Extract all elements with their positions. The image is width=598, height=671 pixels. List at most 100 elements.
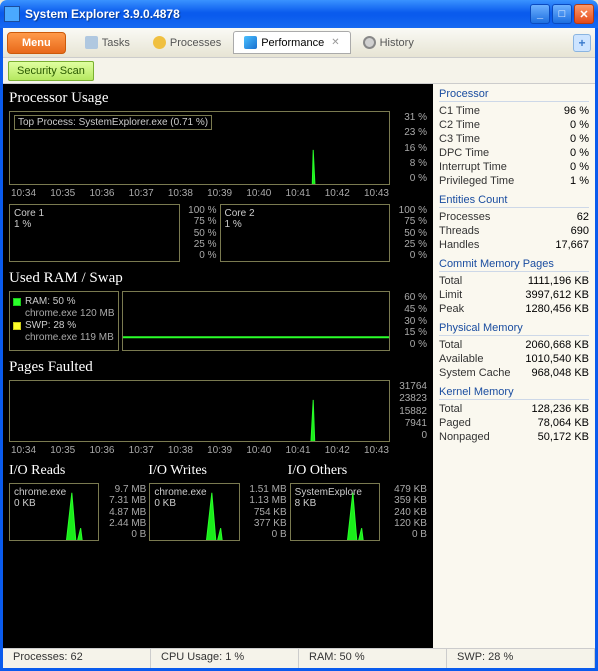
minimize-button[interactable]: _ xyxy=(530,4,550,24)
stats-value: 2060,668 KB xyxy=(525,339,589,351)
stats-row: Available 1010,540 KB xyxy=(439,352,589,366)
stats-key: C2 Time xyxy=(439,119,480,131)
stats-value: 17,667 xyxy=(555,239,589,251)
stats-key: Paged xyxy=(439,417,471,429)
status-cpu: CPU Usage: 1 % xyxy=(151,649,299,668)
status-ram: RAM: 50 % xyxy=(299,649,447,668)
tab-performance[interactable]: Performance✕ xyxy=(233,31,350,54)
stats-key: C1 Time xyxy=(439,105,480,117)
hist-icon xyxy=(363,36,376,49)
legend-swatch xyxy=(13,298,21,306)
stats-key: Interrupt Time xyxy=(439,161,507,173)
stats-group-header: Commit Memory Pages xyxy=(439,258,589,272)
status-bar: Processes: 62 CPU Usage: 1 % RAM: 50 % S… xyxy=(3,648,595,668)
tab-label: History xyxy=(380,37,414,49)
core-label: Core 11 % xyxy=(14,208,44,230)
stats-value: 0 % xyxy=(570,133,589,145)
pages-faulted-title: Pages Faulted xyxy=(9,359,427,376)
stats-row: Processes62 xyxy=(439,210,589,224)
menu-button[interactable]: Menu xyxy=(7,32,66,54)
stats-value: 0 % xyxy=(570,161,589,173)
io-reads-chart: chrome.exe0 KB xyxy=(9,483,99,541)
stats-value: 0 % xyxy=(570,147,589,159)
tab-label: Tasks xyxy=(102,37,130,49)
core-label: Core 21 % xyxy=(225,208,255,230)
stats-row: System Cache968,048 KB xyxy=(439,366,589,380)
stats-row: Interrupt Time 0 % xyxy=(439,160,589,174)
stats-row: Total 1111,196 KB xyxy=(439,274,589,288)
stats-key: Total xyxy=(439,403,462,415)
stats-row: Privileged Time1 % xyxy=(439,174,589,188)
main-content: Processor Usage Top Process: SystemExplo… xyxy=(3,84,595,648)
stats-row: Threads 690 xyxy=(439,224,589,238)
tab-processes[interactable]: Processes xyxy=(142,31,232,54)
stats-value: 1111,196 KB xyxy=(528,275,589,287)
legend-label: SWP: 28 % xyxy=(25,320,76,331)
stats-group: Kernel MemoryTotal128,236 KBPaged78,064 … xyxy=(439,386,589,444)
perf-icon xyxy=(244,36,257,49)
stats-key: System Cache xyxy=(439,367,511,379)
close-button[interactable]: ✕ xyxy=(574,4,594,24)
stats-key: Limit xyxy=(439,289,462,301)
stats-group: Entities CountProcesses62Threads690Handl… xyxy=(439,194,589,252)
io-others-chart: SystemExplore8 KB xyxy=(290,483,380,541)
security-scan-button[interactable]: Security Scan xyxy=(8,61,94,81)
window-title: System Explorer 3.9.0.4878 xyxy=(25,7,528,21)
legend-label: RAM: 50 % xyxy=(25,296,76,307)
stats-key: Processes xyxy=(439,211,490,223)
tab-tasks[interactable]: Tasks xyxy=(74,31,141,54)
stats-row: Total 128,236 KB xyxy=(439,402,589,416)
io-writes-title: I/O Writes xyxy=(148,463,287,479)
io-others-title: I/O Others xyxy=(288,463,427,479)
stats-value: 128,236 KB xyxy=(532,403,590,415)
io-writes-chart: chrome.exe0 KB xyxy=(149,483,239,541)
secondary-bar: Security Scan xyxy=(3,58,595,84)
stats-row: Nonpaged50,172 KB xyxy=(439,430,589,444)
stats-panel: ProcessorC1 Time96 %C2 Time0 %C3 Time0 %… xyxy=(433,84,595,648)
stats-value: 96 % xyxy=(564,105,589,117)
stats-group: Commit Memory Pages Total 1111,196 KB Limit… xyxy=(439,258,589,316)
processor-usage-title: Processor Usage xyxy=(9,90,427,107)
legend-swatch xyxy=(13,322,21,330)
toolbar: Menu Tasks Processes Performance✕ History + xyxy=(3,28,595,58)
io-reads-title: I/O Reads xyxy=(9,463,148,479)
stats-row: Peak1280,456 KB xyxy=(439,302,589,316)
stats-key: C3 Time xyxy=(439,133,480,145)
ram-swap-title: Used RAM / Swap xyxy=(9,270,427,287)
tab-label: Processes xyxy=(170,37,221,49)
stats-key: DPC Time xyxy=(439,147,489,159)
stats-value: 1280,456 KB xyxy=(525,303,589,315)
proc-icon xyxy=(153,36,166,49)
io-label: chrome.exe0 KB xyxy=(14,487,66,509)
window-frame: Menu Tasks Processes Performance✕ History +… xyxy=(0,28,598,671)
stats-key: Total xyxy=(439,275,462,287)
stats-group: Physical MemoryTotal2060,668 KBAvailable… xyxy=(439,322,589,380)
core-1-chart: Core 11 % xyxy=(9,204,180,262)
processor-usage-chart: Top Process: SystemExplorer.exe (0.71 %) xyxy=(9,111,390,185)
stats-row: C1 Time 96 % xyxy=(439,104,589,118)
add-tab-button[interactable]: + xyxy=(573,34,591,52)
stats-key: Nonpaged xyxy=(439,431,490,443)
io-label: chrome.exe0 KB xyxy=(154,487,206,509)
status-swp: SWP: 28 % xyxy=(447,649,595,668)
tab-close-icon[interactable]: ✕ xyxy=(331,37,339,48)
stats-row: C2 Time0 % xyxy=(439,118,589,132)
core-2-chart: Core 21 % xyxy=(220,204,391,262)
stats-row: Paged78,064 KB xyxy=(439,416,589,430)
performance-panel: Processor Usage Top Process: SystemExplo… xyxy=(3,84,433,648)
tasks-icon xyxy=(85,36,98,49)
stats-value: 690 xyxy=(571,225,589,237)
app-icon xyxy=(4,6,20,22)
maximize-button[interactable]: □ xyxy=(552,4,572,24)
stats-value: 1010,540 KB xyxy=(525,353,589,365)
status-processes: Processes: 62 xyxy=(3,649,151,668)
top-process-label: Top Process: SystemExplorer.exe (0.71 %) xyxy=(14,115,212,130)
tab-history[interactable]: History xyxy=(352,31,425,54)
stats-row: DPC Time 0 % xyxy=(439,146,589,160)
stats-row: C3 Time 0 % xyxy=(439,132,589,146)
stats-key: Available xyxy=(439,353,483,365)
stats-key: Threads xyxy=(439,225,479,237)
stats-group-header: Physical Memory xyxy=(439,322,589,336)
stats-key: Total xyxy=(439,339,462,351)
stats-group: ProcessorC1 Time96 %C2 Time0 %C3 Time0 %… xyxy=(439,88,589,188)
